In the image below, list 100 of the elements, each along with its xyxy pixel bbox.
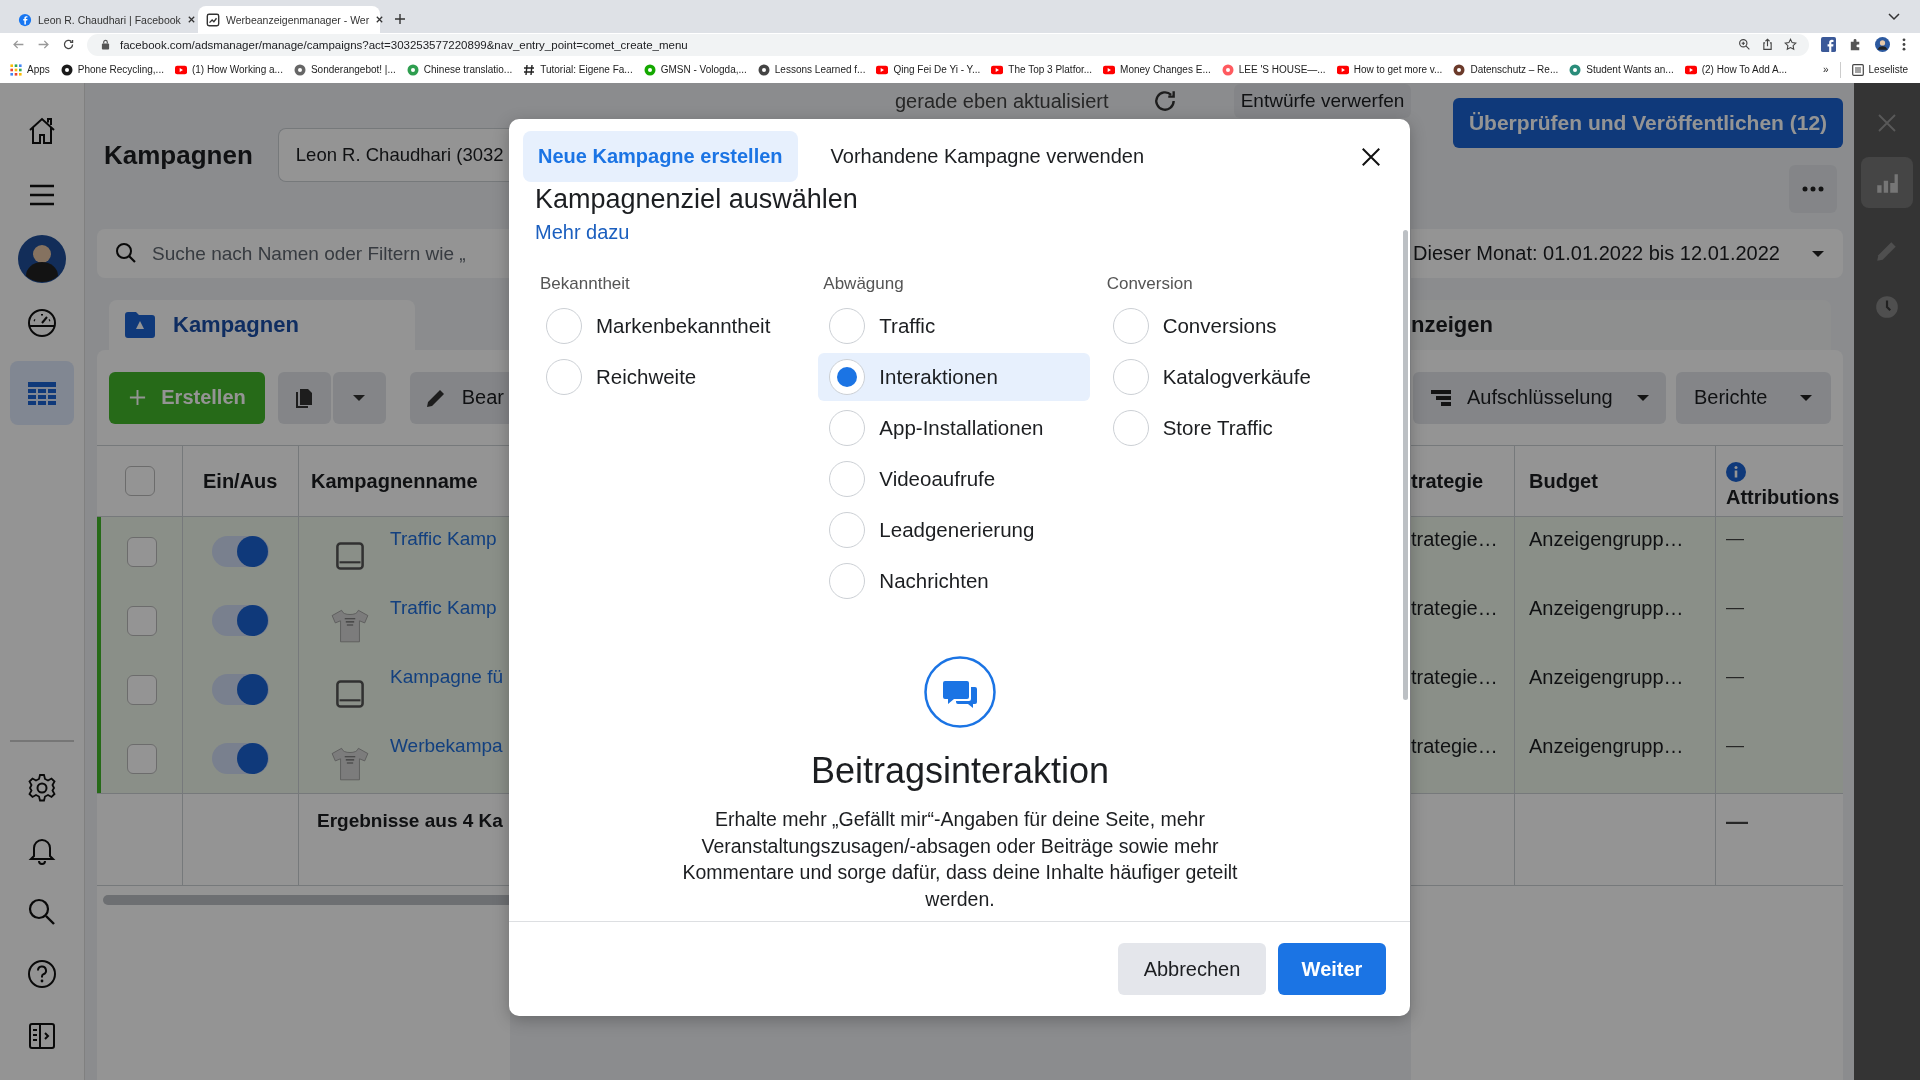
level-tab[interactable]: Kampagnen bbox=[109, 300, 415, 350]
radio-button[interactable] bbox=[1112, 359, 1149, 395]
radio-button[interactable] bbox=[546, 359, 582, 395]
bookmark[interactable]: (2) How To Add A... bbox=[1684, 63, 1788, 76]
radio-button[interactable] bbox=[829, 512, 866, 548]
row-checkbox[interactable] bbox=[126, 536, 157, 567]
zoom-icon[interactable] bbox=[1738, 38, 1751, 51]
dialog-tab[interactable]: Vorhandene Kampagne verwenden bbox=[815, 131, 1160, 182]
insights-button[interactable] bbox=[1861, 157, 1913, 208]
table-cell: Anzeigengrupp… bbox=[1529, 597, 1684, 620]
table-cell: trategie… bbox=[1411, 735, 1498, 758]
objective-option[interactable]: Reichweite bbox=[535, 353, 807, 401]
more-button[interactable] bbox=[1789, 165, 1837, 213]
row-checkbox[interactable] bbox=[126, 605, 157, 636]
forward-icon[interactable] bbox=[37, 38, 50, 51]
cancel-button[interactable]: Abbrechen bbox=[1118, 943, 1266, 995]
close-icon[interactable] bbox=[1360, 145, 1382, 168]
objective-option[interactable]: Interaktionen bbox=[818, 353, 1091, 401]
objective-option[interactable]: Leadgenerierung bbox=[818, 506, 1091, 554]
account-selector[interactable]: Leon R. Chaudhari (3032 bbox=[277, 128, 510, 182]
reading-list[interactable]: Leseliste bbox=[1851, 63, 1908, 76]
bookmark[interactable]: The Top 3 Platfor... bbox=[991, 63, 1093, 76]
dialog-tab[interactable]: Neue Kampagne erstellen bbox=[523, 131, 798, 182]
clock-icon[interactable] bbox=[1874, 294, 1900, 320]
duplicate-button[interactable] bbox=[278, 371, 331, 424]
column-header[interactable]: Kampagnenname bbox=[311, 469, 478, 493]
facebook-extension-icon[interactable] bbox=[1821, 37, 1836, 52]
site-icon bbox=[1453, 63, 1466, 76]
radio-button[interactable] bbox=[829, 563, 866, 599]
scrollbar[interactable] bbox=[103, 895, 510, 905]
breakdown-button[interactable]: Aufschlüsselung bbox=[1413, 371, 1666, 424]
radio-button[interactable] bbox=[829, 359, 866, 395]
edit-button[interactable]: Bear bbox=[409, 371, 510, 424]
bookmark[interactable]: How to get more v... bbox=[1336, 63, 1443, 76]
bookmark[interactable]: Tutorial: Eigene Fa... bbox=[523, 63, 633, 76]
more-bookmarks[interactable]: » bbox=[1822, 64, 1829, 75]
objective-option[interactable]: Markenbekanntheit bbox=[535, 302, 807, 350]
row-checkbox[interactable] bbox=[126, 743, 157, 774]
radio-button[interactable] bbox=[829, 410, 866, 446]
select-all-checkbox[interactable] bbox=[124, 466, 155, 496]
folder-icon bbox=[125, 312, 155, 338]
radio-button[interactable] bbox=[1112, 308, 1149, 344]
column-header[interactable]: trategie bbox=[1411, 469, 1484, 493]
toggle-switch[interactable] bbox=[212, 674, 269, 705]
radio-button[interactable] bbox=[1112, 410, 1149, 446]
address-bar[interactable]: facebook.com/adsmanager/manage/campaigns?act=303253577220899&nav_entry_point=comet_create_menu bbox=[87, 33, 1809, 56]
browser-tab[interactable]: Werbeanzeigenmanager - Wer bbox=[198, 6, 380, 33]
radio-button[interactable] bbox=[829, 461, 866, 497]
column-header[interactable]: Ein/Aus bbox=[203, 469, 278, 493]
bookmark[interactable]: (1) How Working a... bbox=[174, 63, 283, 76]
page-title: Kampagnen bbox=[103, 139, 253, 171]
toggle-switch[interactable] bbox=[212, 743, 269, 774]
objective-option[interactable]: Traffic bbox=[818, 302, 1091, 350]
column-header[interactable]: Attributions bbox=[1726, 485, 1840, 509]
nav-item[interactable] bbox=[10, 361, 74, 425]
objective-option[interactable]: Videoaufrufe bbox=[818, 455, 1091, 503]
radio-button[interactable] bbox=[546, 308, 582, 344]
publish-button[interactable]: Überprüfen und Veröffentlichen (12) bbox=[1453, 98, 1843, 148]
bookmark[interactable]: Money Changes E... bbox=[1103, 63, 1211, 76]
learn-more-link[interactable]: Mehr dazu bbox=[535, 221, 630, 244]
back-icon[interactable] bbox=[12, 38, 25, 51]
bookmark[interactable]: Chinese translatio... bbox=[406, 63, 513, 76]
bookmark[interactable]: GMSN - Vologda,... bbox=[643, 63, 747, 76]
close-icon[interactable] bbox=[186, 15, 196, 24]
browser-tab[interactable]: Leon R. Chaudhari | Facebook bbox=[10, 6, 192, 33]
bookmark[interactable]: Qing Fei De Yi - Y... bbox=[876, 63, 981, 76]
objective-option[interactable]: Nachrichten bbox=[818, 557, 1091, 605]
bookmark[interactable]: Phone Recycling,... bbox=[60, 63, 164, 76]
date-range-picker[interactable]: Dieser Monat: 01.01.2022 bis 12.01.2022 bbox=[1411, 229, 1843, 278]
objective-option[interactable]: Store Traffic bbox=[1101, 404, 1374, 452]
bookmark[interactable]: LEE 'S HOUSE—... bbox=[1221, 63, 1326, 76]
next-button[interactable]: Weiter bbox=[1278, 943, 1386, 995]
column-header[interactable]: Budget bbox=[1529, 469, 1598, 493]
objective-option[interactable]: App-Installationen bbox=[818, 404, 1091, 452]
table-cell: trategie… bbox=[1411, 666, 1498, 689]
star-icon[interactable] bbox=[1784, 38, 1797, 51]
info-icon[interactable] bbox=[1726, 461, 1746, 482]
radio-button[interactable] bbox=[829, 308, 866, 344]
more-icon[interactable] bbox=[1902, 37, 1906, 52]
new-tab-icon[interactable] bbox=[394, 13, 406, 25]
row-checkbox[interactable] bbox=[126, 674, 157, 705]
bookmark[interactable]: Datenschutz – Re... bbox=[1453, 63, 1559, 76]
reload-icon[interactable] bbox=[62, 38, 75, 51]
bookmark[interactable]: Sonderangebot! |... bbox=[293, 63, 396, 76]
toggle-switch[interactable] bbox=[212, 536, 269, 567]
objective-option[interactable]: Conversions bbox=[1101, 302, 1374, 350]
chevron-down-icon[interactable] bbox=[1888, 13, 1900, 21]
reports-button[interactable]: Berichte bbox=[1676, 371, 1831, 424]
share-icon[interactable] bbox=[1761, 38, 1774, 51]
close-icon[interactable] bbox=[375, 15, 385, 24]
bookmark[interactable]: Lessons Learned f... bbox=[757, 63, 866, 76]
chart-icon bbox=[206, 12, 220, 27]
scrollbar[interactable] bbox=[1403, 230, 1408, 700]
discard-drafts-button[interactable]: Entwürfe verwerfen bbox=[1234, 84, 1411, 118]
search-field[interactable]: Suche nach Namen oder Filtern wie „ bbox=[97, 229, 510, 278]
profile-avatar[interactable] bbox=[1875, 37, 1890, 52]
toggle-switch[interactable] bbox=[212, 605, 269, 636]
bookmark[interactable]: Student Wants an... bbox=[1569, 63, 1674, 76]
objective-option[interactable]: Katalogverkäufe bbox=[1101, 353, 1374, 401]
bookmark[interactable]: Apps bbox=[10, 63, 50, 76]
